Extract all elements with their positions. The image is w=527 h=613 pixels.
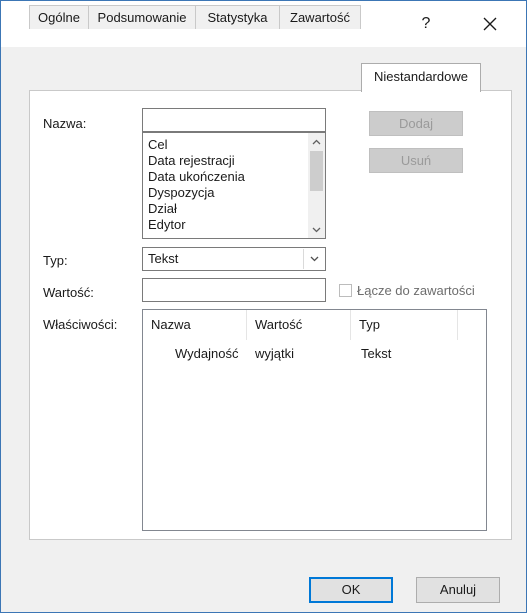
column-header-name[interactable]: Nazwa — [143, 310, 247, 340]
list-item[interactable]: Data ukończenia — [148, 169, 245, 185]
column-header-value[interactable]: Wartość — [247, 310, 351, 340]
name-options-list[interactable]: Cel Data rejestracji Data ukończenia Dys… — [142, 132, 326, 239]
table-row-name[interactable]: Wydajność — [175, 346, 238, 361]
type-label: Typ: — [43, 253, 68, 268]
chevron-down-icon[interactable] — [308, 221, 325, 238]
list-item[interactable]: Edytor — [148, 217, 186, 233]
column-header-type[interactable]: Typ — [351, 310, 458, 340]
properties-dialog: Właściwości: CreateWorkbooks ? Ogólne Po… — [0, 0, 527, 613]
chevron-up-icon[interactable] — [308, 133, 325, 150]
properties-label: Właściwości: — [43, 317, 118, 332]
properties-list[interactable]: Nazwa Wartość Typ Wydajność wyjątki Teks… — [142, 309, 487, 531]
table-row-value[interactable]: wyjątki — [255, 346, 294, 361]
type-combo[interactable]: Tekst — [142, 247, 326, 271]
name-label: Nazwa: — [43, 116, 87, 131]
scrollbar-thumb[interactable] — [310, 151, 323, 191]
tab-statystyka[interactable]: Statystyka — [195, 5, 280, 29]
type-value: Tekst — [148, 251, 179, 266]
link-to-content-label: Łącze do zawartości — [357, 283, 475, 298]
link-to-content-checkbox[interactable] — [339, 284, 352, 297]
table-row-type[interactable]: Tekst — [361, 346, 391, 361]
cancel-button[interactable]: Anuluj — [416, 577, 500, 603]
list-item[interactable]: Dyspozycja — [148, 185, 214, 201]
name-input[interactable] — [142, 108, 326, 132]
tab-ogolne[interactable]: Ogólne — [29, 5, 89, 29]
close-button[interactable] — [473, 9, 507, 39]
remove-button[interactable]: Usuń — [369, 148, 463, 173]
list-item[interactable]: Dział — [148, 201, 177, 217]
help-button[interactable]: ? — [411, 9, 441, 39]
list-item[interactable]: Data rejestracji — [148, 153, 235, 169]
value-input[interactable] — [142, 278, 326, 302]
ok-button[interactable]: OK — [309, 577, 393, 603]
add-button[interactable]: Dodaj — [369, 111, 463, 136]
chevron-down-icon[interactable] — [303, 249, 324, 269]
close-icon — [483, 17, 497, 31]
tab-podsumowanie[interactable]: Podsumowanie — [88, 5, 196, 29]
tab-zawartosc[interactable]: Zawartość — [279, 5, 361, 29]
list-item[interactable]: Cel — [148, 137, 168, 153]
list-scrollbar[interactable] — [308, 133, 325, 238]
value-label: Wartość: — [43, 285, 94, 300]
tab-niestandardowe[interactable]: Niestandardowe — [361, 63, 481, 92]
